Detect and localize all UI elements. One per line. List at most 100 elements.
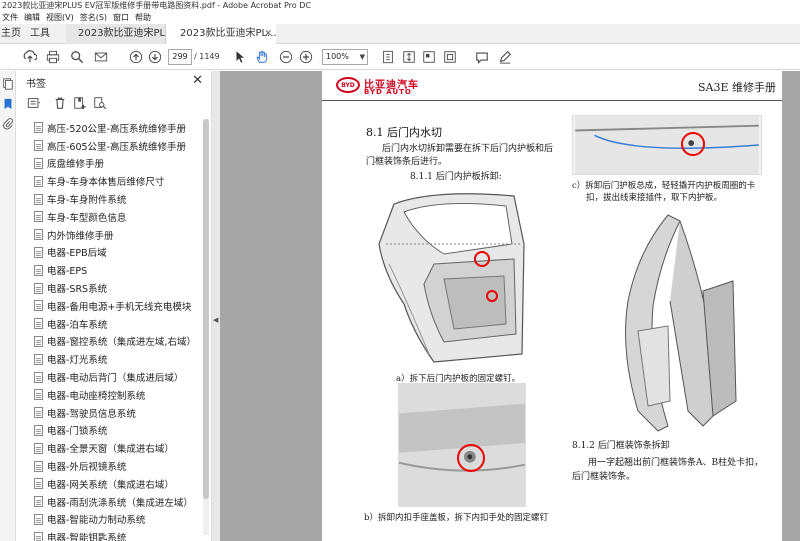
collapse-arrow-icon[interactable]: ◀	[213, 316, 218, 324]
bookmark-item[interactable]: 电器-EPS	[16, 261, 202, 279]
bookmark-label: 车身-车身本体售后维修尺寸	[47, 177, 165, 189]
document-icon	[34, 282, 43, 294]
figure-door-frame	[608, 211, 738, 435]
bookmark-item[interactable]: 电器-灯光系统	[16, 350, 202, 368]
bookmark-label: 电器-电动后背门（集成进后域）	[47, 373, 184, 385]
bookmark-label: 电器-电动座椅控制系统	[47, 390, 146, 402]
zoom-in-icon[interactable]	[298, 49, 314, 65]
tab-home[interactable]: 主页	[0, 24, 26, 44]
menu-sign[interactable]: 签名(S)	[78, 12, 111, 24]
scroll-mode-icon[interactable]	[401, 49, 417, 65]
window-title: 2023款比亚迪宋PLUS EV冠军版维修手册带电路图资料.pdf - Adob…	[0, 0, 800, 12]
bookmark-label: 电器-灯光系统	[47, 355, 108, 367]
toolbar: 299 / 1149 100% ▼	[0, 44, 800, 70]
bookmark-item[interactable]: 电器-智能钥匙系统	[16, 528, 202, 541]
new-bookmark-icon[interactable]	[72, 95, 88, 111]
document-icon	[34, 211, 43, 223]
tab-bar: 主页 工具 2023款比亚迪宋PL... 2023款比亚迪宋PL... ✕	[0, 24, 800, 44]
menu-view[interactable]: 视图(V)	[44, 12, 78, 24]
bookmark-label: 电器-雨刮洗涤系统（集成进左域）	[47, 497, 193, 509]
chevron-down-icon: ▼	[359, 53, 365, 61]
document-icon	[34, 318, 43, 330]
bookmark-item[interactable]: 电器-驾驶员信息系统	[16, 404, 202, 422]
highlight-clip	[681, 132, 705, 156]
manual-title: SA3E 维修手册	[697, 81, 776, 94]
brand-en: BYD AUTO	[364, 88, 412, 96]
menu-bar: 文件 编辑 视图(V) 签名(S) 窗口 帮助	[0, 12, 800, 24]
search-icon[interactable]	[69, 49, 85, 65]
document-icon	[34, 175, 43, 187]
menu-window[interactable]: 窗口	[111, 12, 133, 24]
panel-splitter[interactable]: ◀	[212, 71, 220, 541]
comment-icon[interactable]	[474, 49, 490, 65]
bookmark-label: 内外饰维修手册	[47, 230, 114, 242]
bookmark-item[interactable]: 电器-电动座椅控制系统	[16, 386, 202, 404]
menu-edit[interactable]: 编辑	[22, 12, 44, 24]
bookmark-item[interactable]: 电器-雨刮洗涤系统（集成进左域）	[16, 493, 202, 511]
bookmark-item[interactable]: 电器-外后视镜系统	[16, 457, 202, 475]
bookmark-item[interactable]: 电器-全景天窗（集成进右域）	[16, 439, 202, 457]
tab-document-1-label: 2023款比亚迪宋PL...	[78, 28, 166, 39]
tab-document-1[interactable]: 2023款比亚迪宋PL...	[66, 24, 166, 44]
bookmark-label: 电器-窗控系统（集成进左域,右域）	[47, 337, 196, 349]
subsection-2-title: 8.1.2 后门框装饰条拆卸	[572, 441, 670, 451]
print-icon[interactable]	[45, 49, 61, 65]
document-icon	[34, 193, 43, 205]
find-bookmark-icon[interactable]	[92, 95, 108, 111]
bookmark-icon[interactable]	[1, 97, 15, 111]
bookmarks-scrollbar[interactable]	[203, 119, 209, 535]
hand-tool-icon[interactable]	[254, 49, 270, 65]
trash-icon[interactable]	[52, 95, 68, 111]
bookmark-item[interactable]: 电器-窗控系统（集成进左域,右域）	[16, 333, 202, 351]
caption-c-line-1: c）拆卸后门护板总成，轻轻撬开内护板周圈的卡	[572, 181, 756, 191]
highlight-handle-screw	[457, 444, 485, 472]
page-number-input[interactable]: 299	[168, 49, 192, 65]
bookmark-item[interactable]: 高压-605公里-高压系统维修手册	[16, 137, 202, 155]
bookmark-item[interactable]: 电器-SRS系统	[16, 279, 202, 297]
menu-help[interactable]: 帮助	[133, 12, 155, 24]
bookmark-item[interactable]: 电器-EPB后域	[16, 244, 202, 262]
document-icon	[34, 389, 43, 401]
document-icon	[34, 531, 43, 541]
next-page-icon[interactable]	[147, 49, 163, 65]
zoom-select[interactable]: 100% ▼	[322, 49, 368, 65]
fit-page-icon[interactable]	[380, 49, 396, 65]
bookmark-item[interactable]: 电器-门锁系统	[16, 422, 202, 440]
tab-document-2[interactable]: 2023款比亚迪宋PL... ✕	[166, 24, 276, 44]
zoom-out-icon[interactable]	[278, 49, 294, 65]
highlight-screw-2	[486, 290, 498, 302]
select-cursor-icon[interactable]	[232, 49, 248, 65]
bookmark-label: 高压-520公里-高压系统维修手册	[47, 123, 186, 135]
bookmark-item[interactable]: 内外饰维修手册	[16, 226, 202, 244]
pen-icon[interactable]	[497, 49, 513, 65]
document-icon	[34, 122, 43, 134]
scrollbar-thumb[interactable]	[203, 119, 209, 499]
bookmark-item[interactable]: 车身-车身本体售后维修尺寸	[16, 172, 202, 190]
bookmark-item[interactable]: 车身-车身附件系统	[16, 190, 202, 208]
page-display-icon[interactable]	[421, 49, 437, 65]
bookmark-item[interactable]: 电器-电动后背门（集成进后域）	[16, 368, 202, 386]
bookmark-item[interactable]: 电器-泊车系统	[16, 315, 202, 333]
bookmark-options-icon[interactable]	[26, 95, 42, 111]
menu-file[interactable]: 文件	[0, 12, 22, 24]
upload-icon[interactable]	[22, 49, 38, 65]
close-icon[interactable]: ✕	[192, 73, 203, 88]
intro-line-2: 门框装饰条后进行。	[366, 157, 448, 167]
page-thumbnails-icon[interactable]	[1, 77, 15, 91]
bookmark-item[interactable]: 电器-备用电源+手机无线充电模块	[16, 297, 202, 315]
figure-door-panel	[572, 115, 762, 175]
mail-icon[interactable]	[93, 49, 109, 65]
attachment-icon[interactable]	[1, 117, 15, 131]
close-icon[interactable]: ✕	[264, 24, 272, 44]
tab-tools[interactable]: 工具	[30, 24, 60, 44]
highlight-screw-1	[474, 251, 490, 267]
document-viewer[interactable]: BYD 比亚迪汽车 BYD AUTO SA3E 维修手册 8.1 后门内水切 后…	[220, 71, 800, 541]
bookmark-item[interactable]: 车身-车型颜色信息	[16, 208, 202, 226]
prev-page-icon[interactable]	[128, 49, 144, 65]
bookmark-item[interactable]: 高压-520公里-高压系统维修手册	[16, 119, 202, 137]
bookmark-label: 电器-驾驶员信息系统	[47, 408, 136, 420]
fullscreen-icon[interactable]	[442, 49, 458, 65]
bookmark-item[interactable]: 电器-网关系统（集成进右域）	[16, 475, 202, 493]
bookmark-item[interactable]: 电器-智能动力制动系统	[16, 511, 202, 529]
bookmark-item[interactable]: 底盘维修手册	[16, 155, 202, 173]
